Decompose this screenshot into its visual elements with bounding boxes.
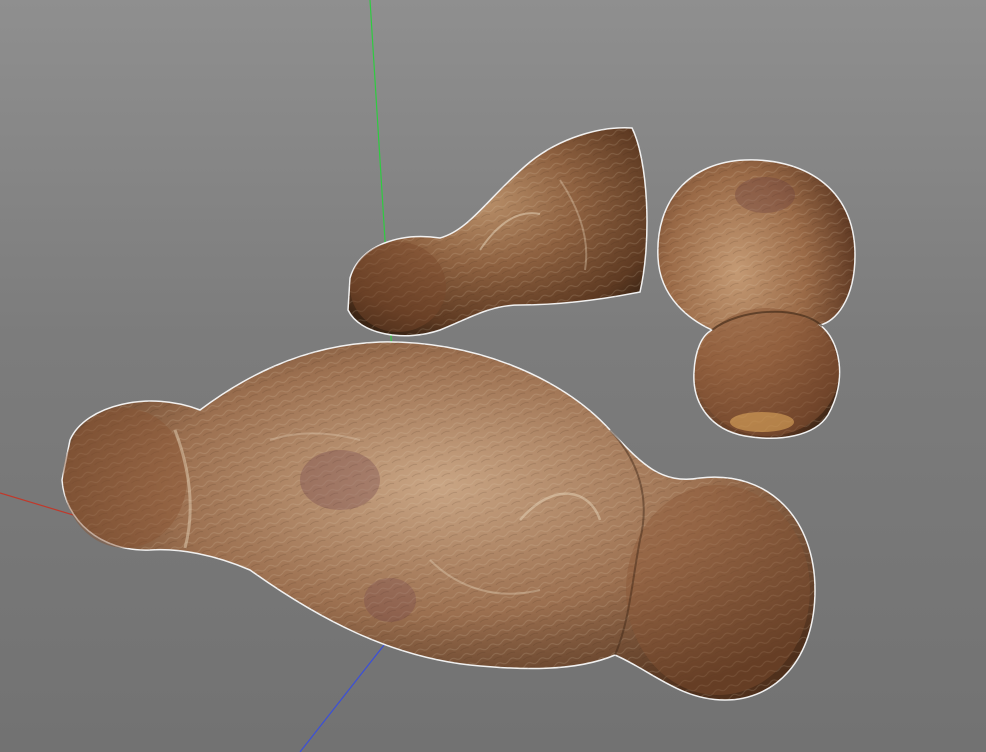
z-axis-line (299, 639, 389, 752)
small-root-model[interactable] (347, 127, 648, 337)
3d-viewport[interactable] (0, 0, 986, 752)
upright-root-model[interactable] (657, 159, 856, 439)
3d-scene[interactable] (0, 0, 986, 752)
